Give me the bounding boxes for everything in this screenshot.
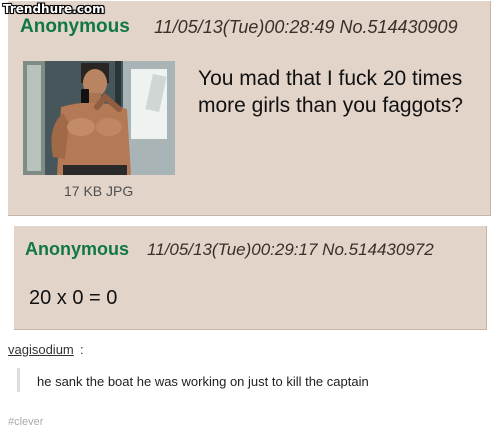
username-colon: : <box>80 342 84 357</box>
tumblr-username-link[interactable]: vagisodium <box>8 342 74 357</box>
poster-name: Anonymous <box>25 239 130 259</box>
post-reply: Anonymous 11/05/13(Tue)00:29:17 No.51443… <box>14 226 487 330</box>
poster-name: Anonymous <box>20 16 130 37</box>
post-original: Anonymous 11/05/13(Tue)00:28:49 No.51443… <box>8 1 491 216</box>
post-comment: 20 x 0 = 0 <box>29 287 118 309</box>
tag-link[interactable]: #clever <box>8 416 43 428</box>
watermark: Trendhure.com <box>3 2 105 16</box>
file-info: 17 KB JPG <box>64 183 134 199</box>
post-datetime-number[interactable]: 11/05/13(Tue)00:29:17 No.514430972 <box>147 240 434 260</box>
post-datetime-number[interactable]: 11/05/13(Tue)00:28:49 No.514430909 <box>154 17 458 38</box>
blockquote-bar <box>17 368 20 392</box>
post-comment: You mad that I fuck 20 times more girls … <box>198 67 463 117</box>
post-thumbnail-image[interactable] <box>23 61 175 175</box>
reblog-quote: he sank the boat he was working on just … <box>37 374 369 389</box>
selfie-photo-image <box>23 61 175 175</box>
